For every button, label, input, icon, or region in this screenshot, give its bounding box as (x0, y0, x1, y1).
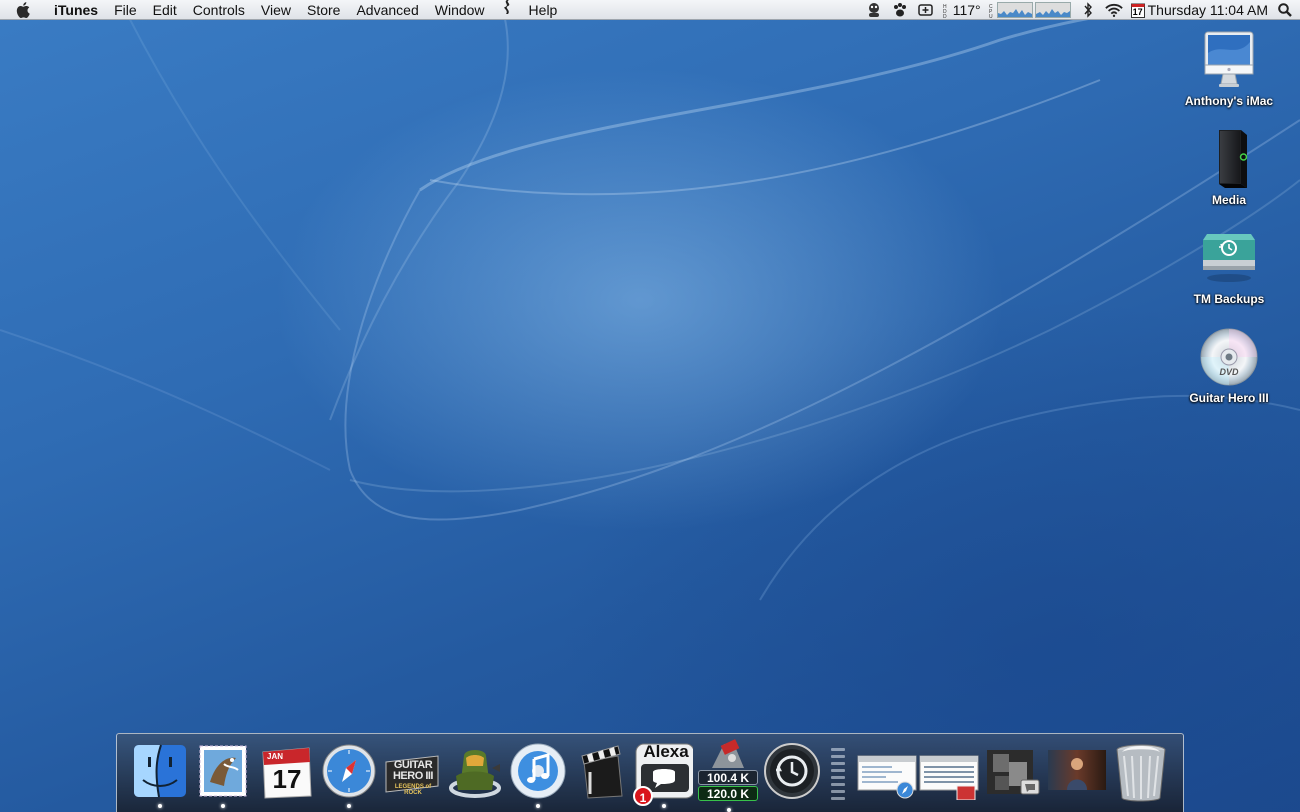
dock-minimized-window-video[interactable] (1047, 742, 1107, 802)
network-upload-rate: 100.4 K (698, 770, 758, 785)
menu-extras: HDD 117° CPU 17 Thursday 11:04 AM (865, 0, 1294, 20)
menu-view[interactable]: View (253, 0, 299, 20)
svg-text:D: D (943, 14, 947, 18)
notification-badge: 1 (633, 786, 653, 806)
menu-store[interactable]: Store (299, 0, 348, 20)
desktop-icon-guitar-hero-dvd[interactable]: DVD Guitar Hero III (1174, 325, 1284, 405)
dock-alexa[interactable]: Alexa 1 (633, 742, 693, 808)
menu-file[interactable]: File (106, 0, 145, 20)
menu-controls[interactable]: Controls (185, 0, 253, 20)
wifi-icon[interactable] (1104, 1, 1123, 19)
temperature-readout: 117° (952, 2, 981, 18)
menu-advanced[interactable]: Advanced (348, 0, 426, 20)
desktop-icon-label: Anthony's iMac (1184, 94, 1274, 108)
finder-icon (134, 744, 186, 798)
desktop-icon-label: Guitar Hero III (1189, 391, 1269, 405)
dock-halo[interactable] (446, 742, 504, 802)
cpu-graph-2 (1034, 2, 1071, 18)
desktop-icon-tm-backups[interactable]: TM Backups (1174, 226, 1284, 306)
app-menu-itunes[interactable]: iTunes (46, 0, 106, 20)
menu-edit[interactable]: Edit (145, 0, 185, 20)
dock-minimized-window-activity[interactable] (919, 742, 979, 802)
itunes-icon (510, 743, 566, 799)
dock-time-machine[interactable] (763, 742, 821, 802)
movie-clapper-icon (581, 745, 623, 799)
network-download-rate: 120.0 K (698, 786, 758, 801)
time-machine-drive-icon (1197, 226, 1261, 290)
dock-ical[interactable]: JAN 17 (257, 742, 315, 802)
dock-network-monitor[interactable]: 100.4 K 120.0 K (698, 739, 760, 812)
svg-text:U: U (989, 14, 993, 18)
dock-safari[interactable] (320, 742, 378, 808)
trash-icon (1116, 744, 1166, 802)
running-indicator (536, 804, 540, 808)
network-monitor-icon (712, 739, 744, 768)
dock-finder[interactable] (131, 742, 189, 808)
running-indicator (727, 808, 731, 812)
minimized-window-1 (857, 755, 917, 799)
apple-logo-icon (16, 1, 30, 18)
imac-icon (1197, 28, 1261, 92)
guitar-hero-subtitle: LEGENDS of ROCK (394, 784, 432, 796)
menu-help[interactable]: Help (521, 0, 566, 20)
user-status-icon[interactable] (865, 1, 883, 19)
running-indicator (221, 804, 225, 808)
script-menu-icon[interactable] (493, 0, 521, 20)
dock-trash[interactable] (1112, 742, 1170, 802)
minimized-window-2 (919, 755, 979, 800)
alexa-label: Alexa (643, 742, 689, 761)
dock-minimized-window-photo[interactable] (983, 742, 1043, 802)
cpu-label-icon: CPU (989, 4, 993, 18)
bluetooth-icon[interactable] (1079, 1, 1097, 19)
dock-separator (831, 744, 845, 804)
desktop-wallpaper (0, 0, 1300, 812)
paw-print-icon[interactable] (891, 1, 909, 19)
mail-icon (199, 745, 247, 797)
dock-movie-clapper[interactable] (572, 742, 630, 802)
running-indicator (662, 804, 666, 808)
temperature-monitor[interactable]: HDD 117° (943, 2, 981, 18)
svg-text:DVD: DVD (1219, 367, 1239, 377)
safari-icon (322, 744, 376, 798)
hdd-label-icon: HDD (943, 4, 947, 18)
battery-plus-icon[interactable] (917, 1, 935, 19)
menu-window[interactable]: Window (427, 0, 493, 20)
menu-bar: iTunes File Edit Controls View Store Adv… (0, 0, 1300, 20)
minimized-window-3 (987, 750, 1040, 795)
guitar-hero-title: GUITAR HERO III (392, 759, 434, 782)
external-drive-icon (1197, 127, 1261, 191)
dock-mail[interactable] (194, 742, 252, 808)
clock-menu[interactable]: 17 Thursday 11:04 AM (1130, 2, 1268, 18)
desktop-icon-media[interactable]: Media (1174, 127, 1284, 207)
desktop-icon-label: Media (1211, 193, 1246, 207)
minimized-window-4 (1048, 750, 1106, 790)
running-indicator (347, 804, 351, 808)
ical-month: JAN (267, 752, 284, 761)
apple-menu[interactable] (0, 1, 46, 18)
calendar-icon: 17 (1130, 3, 1145, 18)
dock: JAN 17 GUITAR HERO III LEGENDS of ROCK A… (116, 733, 1184, 812)
calendar-day: 17 (1132, 6, 1143, 17)
running-indicator (158, 804, 162, 808)
ical-day: 17 (272, 764, 302, 794)
desktop-icon-label: TM Backups (1193, 292, 1265, 306)
desktop-icon-imac[interactable]: Anthony's iMac (1174, 28, 1284, 108)
dock-minimized-window-safari[interactable] (857, 742, 917, 802)
spotlight-search-icon[interactable] (1276, 1, 1294, 19)
time-machine-icon (764, 743, 820, 799)
cpu-monitor[interactable]: CPU (989, 2, 1071, 18)
clock-text: Thursday 11:04 AM (1147, 2, 1268, 18)
dock-itunes[interactable] (509, 742, 567, 808)
cpu-graph-1 (996, 2, 1033, 18)
dock-guitar-hero[interactable]: GUITAR HERO III LEGENDS of ROCK (383, 742, 441, 802)
dvd-icon: DVD (1197, 325, 1261, 389)
halo-icon (449, 750, 501, 798)
